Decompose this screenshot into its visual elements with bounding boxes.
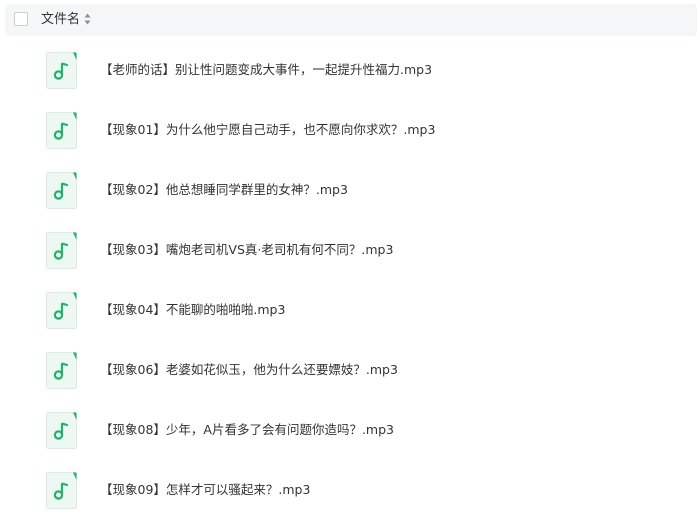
music-note-icon[interactable] (46, 232, 77, 269)
file-row[interactable]: 【现象09】怎样才可以骚起来？.mp3 (0, 460, 697, 520)
music-note-icon[interactable] (46, 52, 77, 89)
sort-updown-icon[interactable] (84, 13, 91, 25)
file-name[interactable]: 【老师的话】别让性问题变成大事件，一起提升性福力.mp3 (100, 62, 432, 78)
music-note-icon[interactable] (46, 412, 77, 449)
file-name[interactable]: 【现象06】老婆如花似玉，他为什么还要嫖妓？.mp3 (100, 362, 398, 378)
file-row[interactable]: 【现象02】他总想睡同学群里的女神？.mp3 (0, 160, 697, 220)
file-row[interactable]: 【现象03】嘴炮老司机VS真·老司机有何不同？.mp3 (0, 220, 697, 280)
file-name[interactable]: 【现象04】不能聊的啪啪啪.mp3 (100, 302, 285, 318)
file-row[interactable]: 【现象01】为什么他宁愿自己动手，也不愿向你求欢？.mp3 (0, 100, 697, 160)
music-note-icon[interactable] (46, 472, 77, 509)
file-name[interactable]: 【现象03】嘴炮老司机VS真·老司机有何不同？.mp3 (100, 242, 393, 258)
music-note-icon[interactable] (46, 112, 77, 149)
file-row[interactable]: 【老师的话】别让性问题变成大事件，一起提升性福力.mp3 (0, 40, 697, 100)
file-row[interactable]: 【现象08】少年，A片看多了会有问题你造吗？.mp3 (0, 400, 697, 460)
file-name[interactable]: 【现象01】为什么他宁愿自己动手，也不愿向你求欢？.mp3 (100, 122, 435, 138)
music-note-icon[interactable] (46, 352, 77, 389)
file-name[interactable]: 【现象08】少年，A片看多了会有问题你造吗？.mp3 (100, 422, 394, 438)
music-note-icon[interactable] (46, 292, 77, 329)
file-name[interactable]: 【现象02】他总想睡同学群里的女神？.mp3 (100, 182, 348, 198)
music-note-icon[interactable] (46, 172, 77, 209)
file-row[interactable]: 【现象04】不能聊的啪啪啪.mp3 (0, 280, 697, 340)
file-name[interactable]: 【现象09】怎样才可以骚起来？.mp3 (100, 482, 310, 498)
select-all-checkbox[interactable] (14, 12, 28, 26)
file-row[interactable]: 【现象06】老婆如花似玉，他为什么还要嫖妓？.mp3 (0, 340, 697, 400)
column-title-filename[interactable]: 文件名 (41, 12, 80, 28)
file-list-header: 文件名 (5, 4, 697, 36)
